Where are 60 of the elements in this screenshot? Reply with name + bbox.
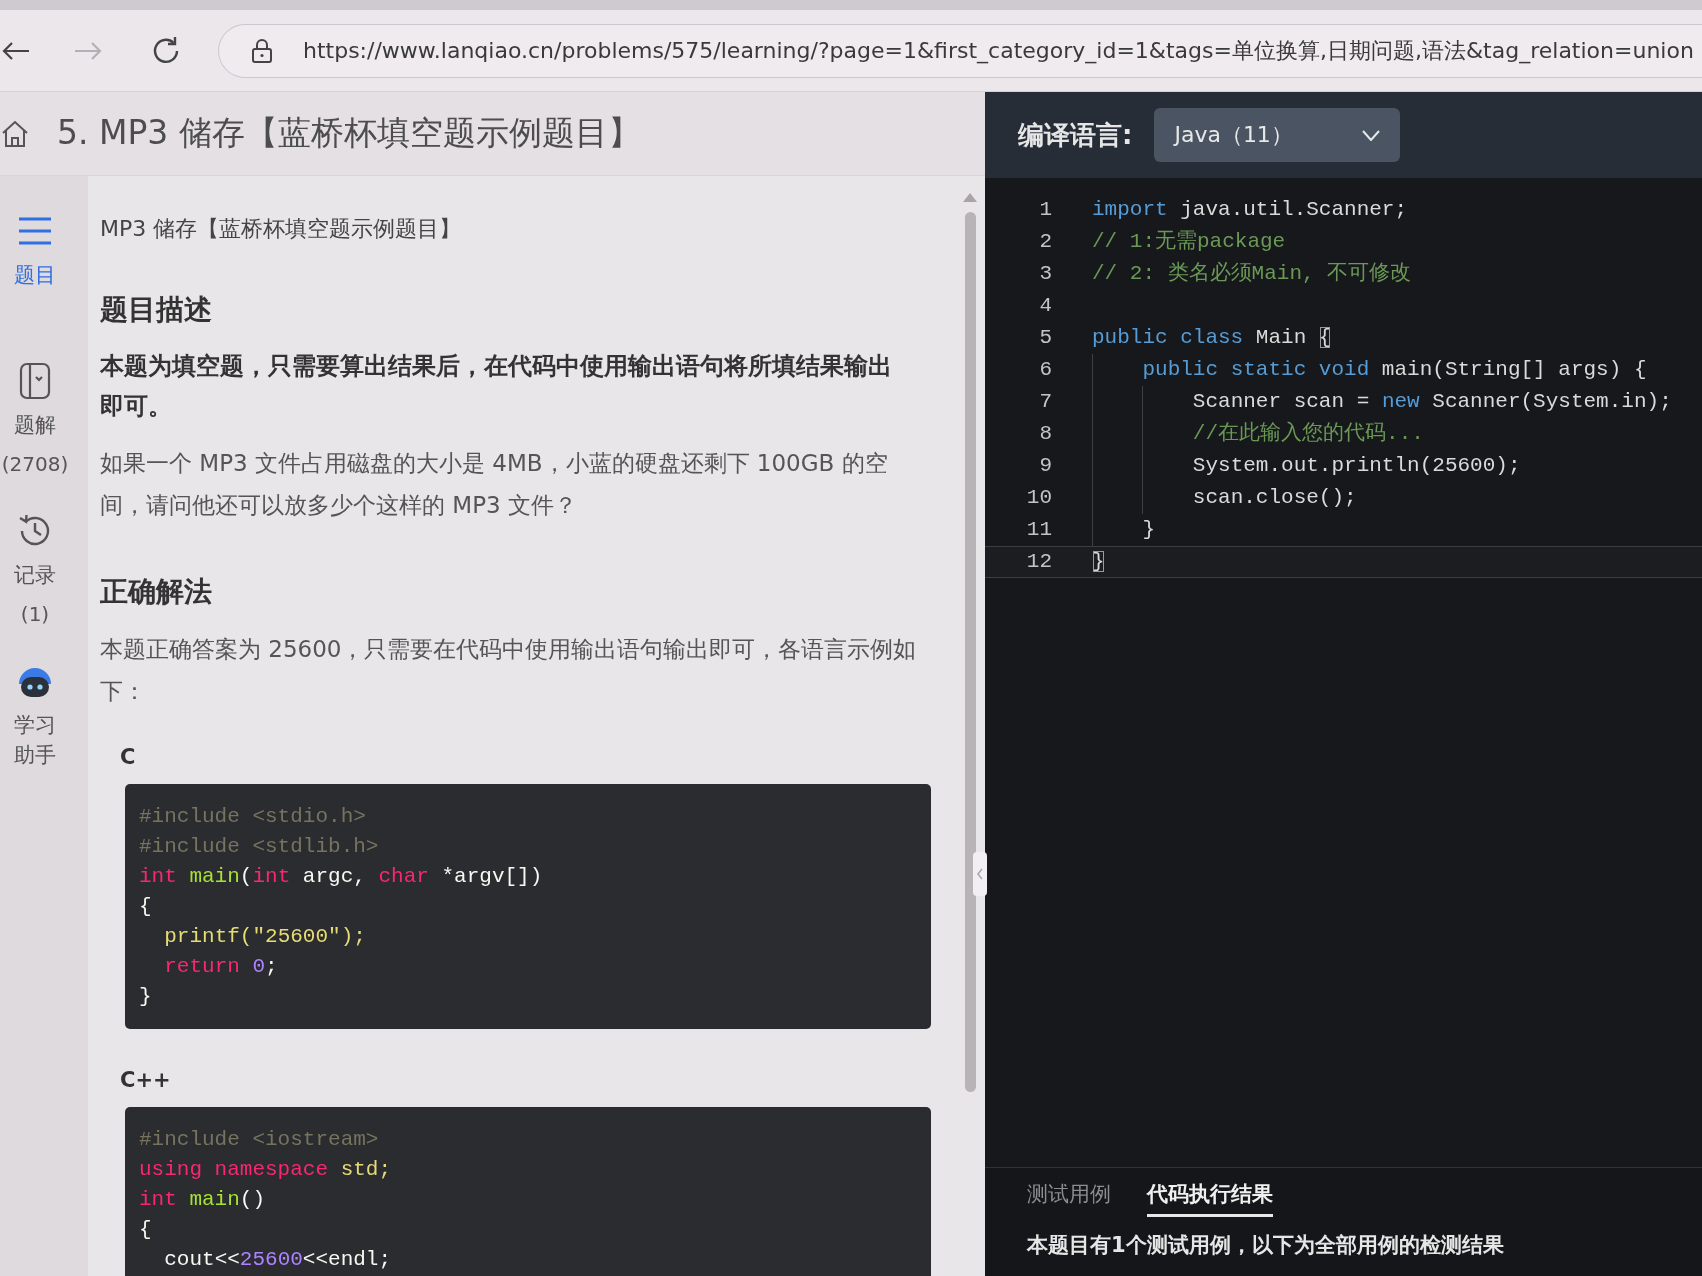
line-number: 3 [1039, 262, 1052, 285]
problem-subtitle: MP3 储存【蓝桥杯填空题示例题目】 [100, 215, 462, 243]
result-message: 本题目有1个测试用例，以下为全部用例的检测结果 [1027, 1232, 1504, 1259]
paragraph: 本题正确答案为 25600，只需要在代码中使用输出语句输出即可，各语言示例如下： [100, 635, 918, 706]
code-line: #include <stdio.h> [139, 804, 366, 830]
section-heading: 正确解法 [100, 574, 212, 610]
code-line: int main() [139, 1187, 266, 1213]
code-line: } [1142, 517, 1156, 543]
code-line: // 2: 类名必须Main, 不可修改 [1092, 260, 1412, 287]
code-line: System.out.println(25600); [1192, 453, 1521, 479]
code-line: #include <stdlib.h> [139, 834, 379, 860]
sidebar-tab[interactable]: 题目 [12, 212, 58, 362]
sidebar-tab[interactable]: 学习助手 [12, 662, 58, 812]
code-line: #include <iostream> [139, 1127, 379, 1153]
line-number: 11 [1026, 518, 1052, 541]
line-number: 5 [1039, 326, 1052, 349]
code-line: cout<<25600<<endl; [164, 1247, 392, 1273]
code-line: printf("25600"); [164, 924, 366, 950]
scroll-up-arrow-icon[interactable] [963, 192, 977, 202]
line-number: 1 [1039, 198, 1052, 221]
line-number: 7 [1039, 390, 1052, 413]
code-line: import java.util.Scanner; [1092, 197, 1408, 223]
code-line: Scanner scan = new Scanner(System.in); [1192, 389, 1672, 415]
code-line: public class Main { [1092, 325, 1332, 351]
problem-title: 5. MP3 储存【蓝桥杯填空题示例题目】 [57, 112, 641, 154]
paragraph: 本题为填空题，只需要算出结果后，在代码中使用输出语句将所填结果输出即可。 [100, 351, 893, 422]
paragraph: 如果一个 MP3 文件占用磁盘的大小是 4MB，小蓝的硬盘还剩下 100GB 的空间，请问他还可以放多少个这样的 MP3 文件？ [100, 449, 889, 520]
chevron-down-icon [1362, 129, 1381, 141]
code-line: return 0; [164, 954, 278, 980]
code-line: // 1:无需package [1092, 229, 1286, 255]
result-tab[interactable]: 测试用例 [1027, 1180, 1111, 1217]
lock-icon[interactable] [251, 37, 273, 64]
line-number: 6 [1039, 358, 1052, 381]
home-icon[interactable] [0, 118, 30, 149]
code-line: using namespace std; [139, 1157, 392, 1183]
result-tab[interactable]: 代码执行结果 [1147, 1180, 1273, 1217]
code-line: int main(int argc, char *argv[]) [139, 864, 543, 890]
line-number: 2 [1039, 230, 1052, 253]
code-line: scan.close(); [1192, 485, 1357, 511]
line-number: 9 [1039, 454, 1052, 477]
language-select[interactable]: Java（11） [1154, 108, 1401, 162]
code-line: } [139, 984, 152, 1010]
sidebar-tab[interactable]: 记录 (1) [12, 512, 58, 662]
line-number: 10 [1026, 486, 1052, 509]
code-line: { [139, 894, 152, 920]
compile-language-label: 编译语言: [1018, 118, 1133, 152]
line-number: 8 [1039, 422, 1052, 445]
line-number: 4 [1039, 294, 1052, 317]
code-line: } [1092, 549, 1105, 575]
code-line: public static void main(String[] args) { [1142, 357, 1647, 383]
language-label: C [120, 744, 136, 771]
code-line: //在此输入您的代码... [1192, 420, 1424, 447]
collapse-handle-icon[interactable] [973, 852, 987, 896]
code-line: { [139, 1217, 152, 1243]
scrollbar-thumb[interactable] [964, 212, 976, 1092]
address-bar[interactable]: https://www.lanqiao.cn/problems/575/learning/?page=1&first_category_id=1&tags=单位换算,日期问题,语法&tag_relation=union [218, 23, 1702, 78]
language-label: C++ [120, 1067, 171, 1094]
section-heading: 题目描述 [100, 292, 212, 328]
sidebar-tab[interactable]: 题解 (2708) [1, 362, 69, 512]
line-number: 12 [1026, 550, 1052, 573]
